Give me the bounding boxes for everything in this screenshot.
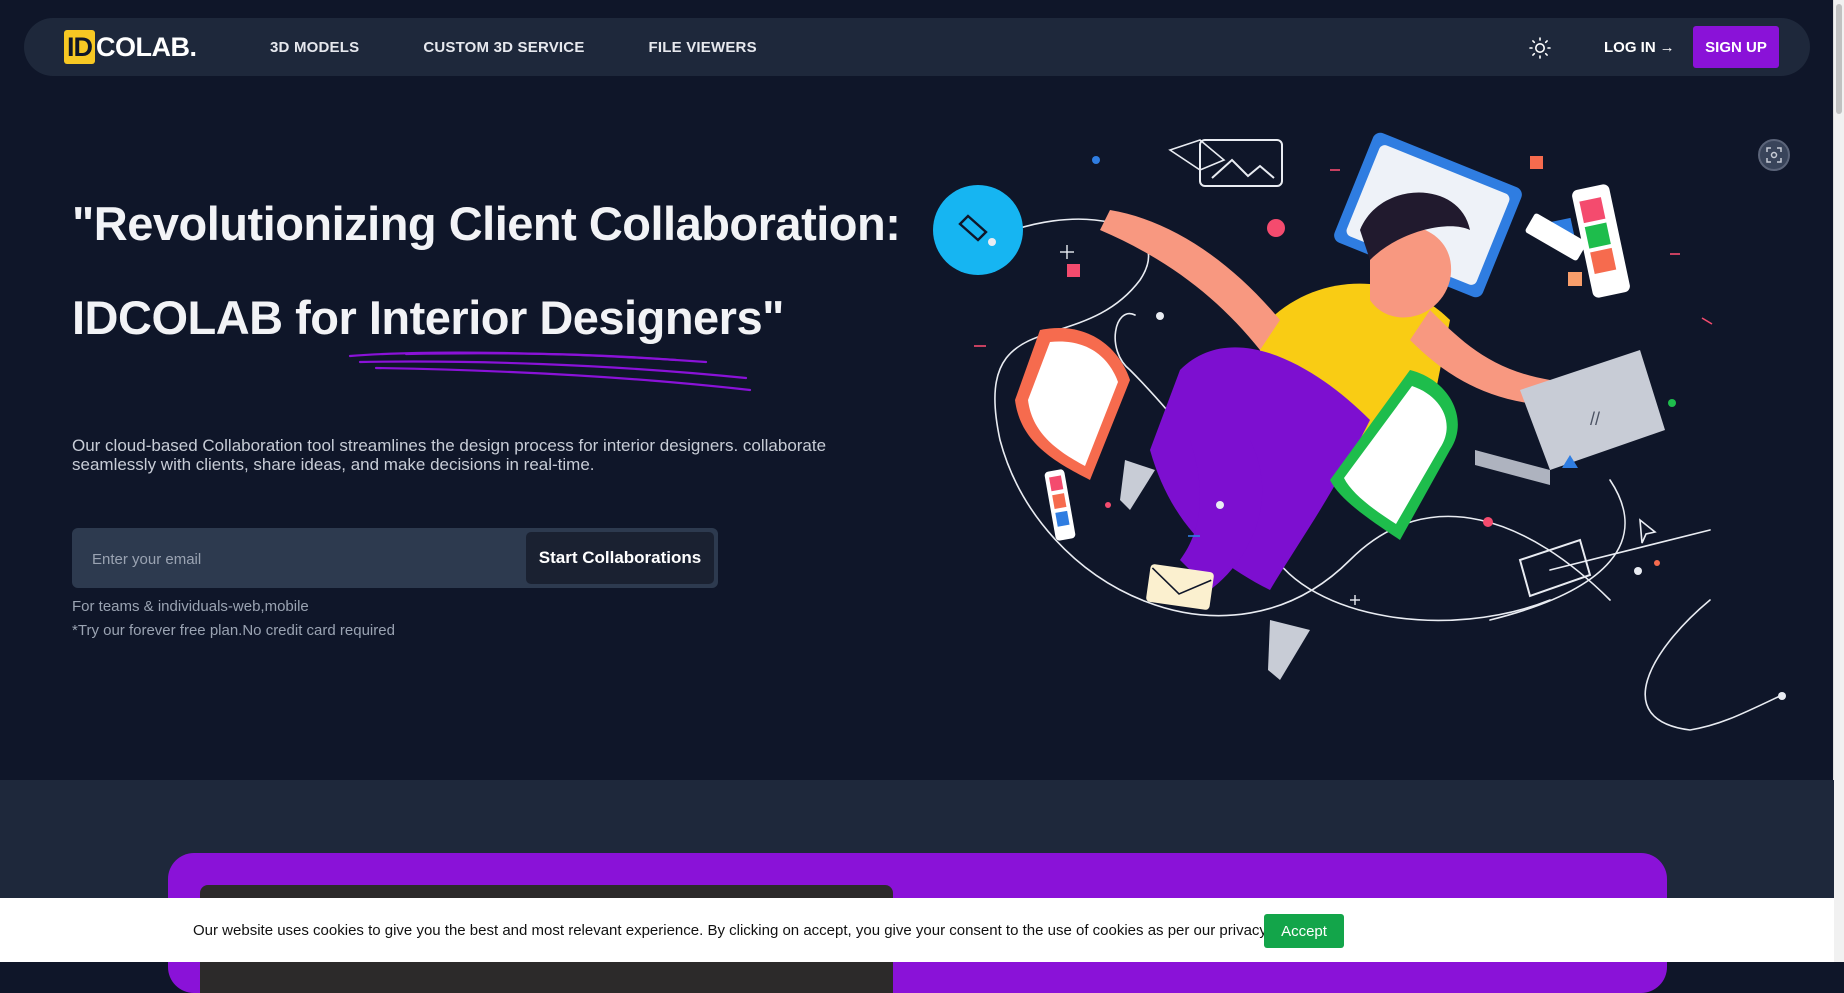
theme-toggle-button[interactable] xyxy=(1528,36,1552,60)
dot-pink-icon xyxy=(1267,219,1285,237)
logo-mark: ID xyxy=(64,30,95,64)
login-label: LOG IN xyxy=(1604,38,1656,56)
sun-icon xyxy=(1529,37,1551,59)
free-plan-note: *Try our forever free plan.No credit car… xyxy=(72,622,395,639)
hero-title-line-2: IDCOLAB for Interior Designers" xyxy=(72,291,784,344)
email-signup-form: Start Collaborations xyxy=(72,528,718,588)
nav-link-custom-3d-service[interactable]: CUSTOM 3D SERVICE xyxy=(423,39,584,56)
start-collaborations-button[interactable]: Start Collaborations xyxy=(526,532,714,584)
cookie-message: Our website uses cookies to give you the… xyxy=(193,921,1313,939)
cookie-accept-button[interactable]: Accept xyxy=(1264,914,1344,948)
person-shoe-left-icon xyxy=(1120,460,1155,510)
scrollbar-thumb[interactable] xyxy=(1836,4,1842,114)
logo[interactable]: ID COLAB. xyxy=(64,29,197,65)
svg-text://: // xyxy=(1590,409,1600,429)
cookie-banner: Our website uses cookies to give you the… xyxy=(0,898,1834,962)
scan-focus-icon xyxy=(1766,147,1782,163)
image-frame-icon xyxy=(1199,139,1283,187)
audience-note: For teams & individuals-web,mobile xyxy=(72,598,309,615)
nav-links: 3D MODELS CUSTOM 3D SERVICE FILE VIEWERS xyxy=(270,18,757,76)
hero-title: "Revolutionizing Client Collaboration: I… xyxy=(72,197,901,344)
top-navbar: ID COLAB. 3D MODELS CUSTOM 3D SERVICE FI… xyxy=(24,18,1810,76)
nav-link-file-viewers[interactable]: FILE VIEWERS xyxy=(649,39,757,56)
cursor-arrow-icon xyxy=(1639,518,1657,544)
hero-description: Our cloud-based Collaboration tool strea… xyxy=(72,436,827,474)
node-dot-icon xyxy=(988,238,996,246)
person-shoe-right-icon xyxy=(1268,620,1310,680)
logo-text: COLAB. xyxy=(96,31,197,62)
signup-button[interactable]: SIGN UP xyxy=(1693,26,1779,68)
login-link[interactable]: LOG IN → xyxy=(1604,18,1675,76)
arrow-right-icon: → xyxy=(1659,38,1675,56)
nav-link-3d-models[interactable]: 3D MODELS xyxy=(270,39,359,56)
page-scrollbar[interactable] xyxy=(1833,0,1844,962)
hero-illustration: // xyxy=(933,132,1786,731)
highlight-underline-icon xyxy=(348,351,752,392)
pen-tool-circle-icon xyxy=(933,185,1023,275)
screenshot-widget-button[interactable] xyxy=(1758,139,1790,171)
email-input[interactable] xyxy=(90,542,574,576)
person-arm-left-icon xyxy=(1100,210,1280,350)
hero-title-line-1: "Revolutionizing Client Collaboration: xyxy=(72,197,901,250)
